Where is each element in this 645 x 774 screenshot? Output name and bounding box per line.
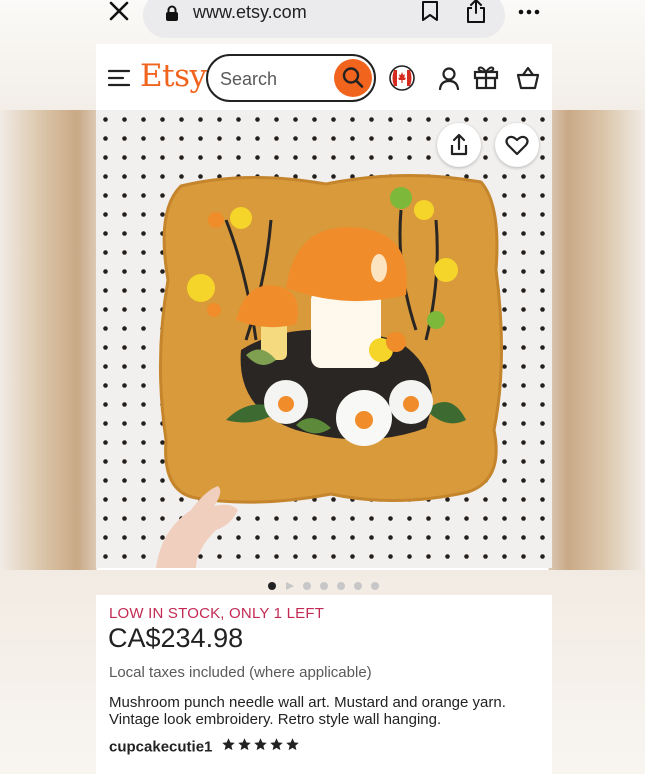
product-image[interactable] xyxy=(96,110,552,568)
star-icon xyxy=(270,738,283,751)
carousel-dot[interactable] xyxy=(268,582,276,590)
stock-notice: LOW IN STOCK, ONLY 1 LEFT xyxy=(109,605,325,622)
star-icon xyxy=(254,738,267,751)
carousel-dot[interactable] xyxy=(303,582,311,590)
lock-icon xyxy=(166,5,178,21)
search-bar xyxy=(206,54,376,102)
share-icon xyxy=(450,133,468,156)
heart-icon xyxy=(505,135,529,156)
share-icon[interactable] xyxy=(465,0,487,24)
star-icon xyxy=(286,738,299,751)
price: CA$234.98 xyxy=(108,623,244,653)
browser-bar: www.etsy.com xyxy=(0,0,645,40)
gift-icon[interactable] xyxy=(473,64,499,90)
carousel-dot[interactable] xyxy=(371,582,379,590)
play-icon[interactable] xyxy=(285,581,295,591)
share-button[interactable] xyxy=(437,123,481,167)
carousel-dot[interactable] xyxy=(354,582,362,590)
favorite-button[interactable] xyxy=(495,123,539,167)
shop-row[interactable]: cupcakecutie1 xyxy=(109,737,301,757)
image-carousel-indicator xyxy=(268,580,388,592)
search-icon xyxy=(342,67,364,88)
carousel-dot[interactable] xyxy=(337,582,345,590)
etsy-logo[interactable]: Etsy xyxy=(140,58,207,94)
address-bar[interactable]: www.etsy.com xyxy=(143,0,505,38)
account-icon[interactable] xyxy=(438,66,460,90)
url-text: www.etsy.com xyxy=(193,2,307,22)
shop-name[interactable]: cupcakecutie1 xyxy=(109,739,212,756)
tax-note: Local taxes included (where applicable) xyxy=(109,664,372,681)
product-photo xyxy=(96,110,552,568)
close-icon[interactable] xyxy=(106,0,132,26)
carousel-dot[interactable] xyxy=(320,582,328,590)
bookmark-icon[interactable] xyxy=(421,0,439,22)
star-icon xyxy=(222,738,235,751)
search-input[interactable] xyxy=(220,67,330,91)
product-details: LOW IN STOCK, ONLY 1 LEFT CA$234.98 Loca… xyxy=(96,595,552,774)
more-options-icon[interactable] xyxy=(518,6,540,18)
cart-icon[interactable] xyxy=(516,66,540,90)
canada-flag-icon[interactable] xyxy=(389,65,415,91)
search-button[interactable] xyxy=(334,59,372,97)
star-rating xyxy=(221,737,301,757)
product-title: Mushroom punch needle wall art. Mustard … xyxy=(109,694,506,728)
site-header: Etsy xyxy=(96,44,552,110)
star-icon xyxy=(238,738,251,751)
menu-icon[interactable] xyxy=(108,69,130,87)
